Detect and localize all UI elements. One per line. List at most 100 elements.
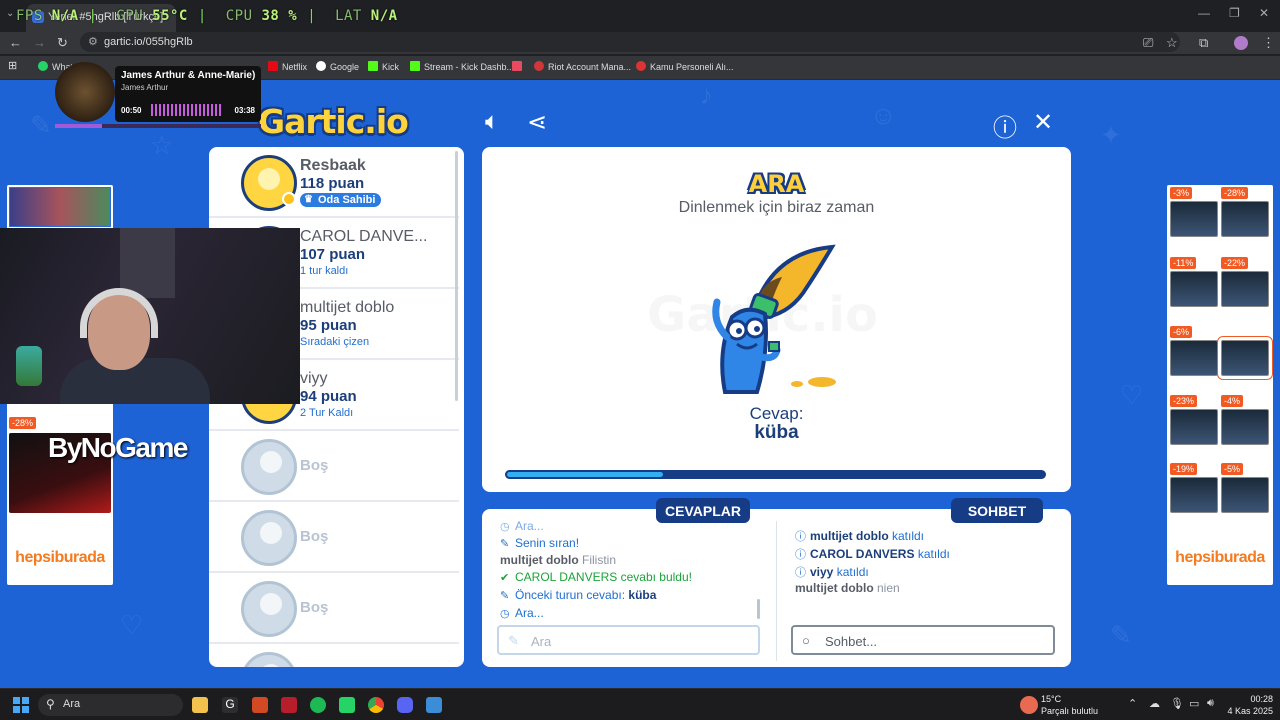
song-progress-bar — [55, 124, 261, 128]
file-explorer-icon[interactable] — [192, 697, 208, 713]
discord-icon[interactable] — [397, 697, 413, 713]
bookmark-kick[interactable]: Kick — [368, 61, 399, 72]
address-bar[interactable]: ⚙ gartic.io/055hgRlb — [80, 32, 1180, 52]
sound-icon[interactable]: 🔈︎ — [485, 108, 499, 136]
ad-banner-right[interactable]: -3% -28% -11% -22% -6% -23% -4% -19% -5%… — [1167, 185, 1273, 585]
discount-badge: -28% — [9, 417, 37, 429]
kamu-icon — [636, 61, 646, 71]
cpu-label: CPU — [225, 8, 253, 24]
apps-grid-icon[interactable]: ⊞ — [8, 59, 17, 72]
ad-laptop-thumbnail[interactable] — [1221, 271, 1269, 307]
empty-avatar-icon — [241, 439, 297, 495]
exit-icon[interactable]: ✕ — [1033, 108, 1053, 137]
bookmark-google[interactable]: Google — [316, 61, 359, 72]
tab-search-icon[interactable]: ⌄ — [6, 8, 14, 19]
onedrive-icon[interactable]: ☁ — [1149, 697, 1160, 710]
answers-scrollbar[interactable] — [757, 599, 760, 619]
kick-icon — [368, 61, 378, 71]
drawing-board: Gartic.io ARA Dinlenmek için biraz zaman… — [482, 147, 1071, 492]
doodle-heart-icon: ♡ — [1120, 380, 1144, 410]
player-status: 2 Tur Kaldı — [300, 407, 354, 419]
microphone-icon[interactable]: 🎙︎ — [1170, 697, 1184, 710]
player-name: multijet doblo — [300, 299, 395, 316]
site-info-icon[interactable]: ⚙ — [88, 35, 98, 48]
app-icon[interactable] — [281, 697, 297, 713]
clock-icon: ◷ — [500, 608, 510, 620]
forward-icon[interactable]: → — [33, 35, 46, 50]
ad-laptop-thumbnail[interactable] — [1221, 477, 1269, 513]
ad-laptop-thumbnail[interactable] — [1170, 340, 1218, 376]
extensions-icon[interactable]: ⧉ — [1199, 35, 1208, 51]
fps-label: FPS — [16, 8, 43, 24]
player-avatar — [241, 155, 297, 211]
profile-avatar[interactable] — [1234, 36, 1248, 50]
bookmark-star-icon[interactable]: ☆ — [1166, 35, 1178, 51]
empty-slot-label: Boş — [300, 528, 329, 545]
empty-slot-label: Boş — [300, 599, 329, 616]
answer-input[interactable]: ✎ Ara — [497, 625, 760, 655]
share-icon[interactable]: ⋖ — [527, 108, 547, 137]
bookmark-kick-dashboard[interactable]: Stream - Kick Dashb... — [410, 61, 514, 72]
minimize-icon[interactable]: — — [1198, 6, 1210, 20]
app-icon[interactable]: G — [222, 697, 238, 713]
chat-message: ⓘ multijet doblo katıldı — [795, 529, 925, 543]
info-icon[interactable]: ⓘ — [993, 108, 1017, 143]
cast-icon[interactable]: ⎚ — [1143, 35, 1153, 51]
volume-icon[interactable]: 🔊︎ — [1207, 697, 1214, 710]
temperature: 15°C — [1041, 694, 1062, 704]
empty-slot: Boş — [209, 573, 459, 644]
turn-progress-bar — [505, 470, 1046, 479]
crown-icon: ♛ — [304, 194, 313, 205]
audio-waveform — [151, 104, 223, 116]
browser-toolbar: ← → ↻ ⚙ gartic.io/055hgRlb ⎚ ☆ ⧉ ⋮ — [0, 32, 1280, 54]
ad-laptop-thumbnail[interactable] — [1170, 271, 1218, 307]
player-points: 107 puan — [300, 246, 366, 263]
bookmark-netflix[interactable]: Netflix — [268, 61, 307, 72]
sponsor-logo: ByNoGame — [48, 432, 188, 463]
check-icon: ✔ — [500, 572, 510, 584]
maximize-icon[interactable]: ❐ — [1229, 6, 1240, 20]
latency-value: N/A — [370, 8, 398, 24]
ad-laptop-thumbnail[interactable] — [1170, 201, 1218, 237]
spotify-icon[interactable] — [310, 697, 326, 713]
reload-icon[interactable]: ↻ — [57, 35, 68, 51]
ad-laptop-thumbnail[interactable] — [1221, 409, 1269, 445]
taskbar-search[interactable]: ⚲ Ara — [38, 694, 183, 716]
player-list-scrollbar[interactable] — [455, 151, 458, 401]
clock-icon: ◷ — [500, 521, 510, 533]
player-row[interactable]: Resbaak 118 puan ♛ Oda Sahibi — [209, 147, 459, 218]
search-icon: ⚲ — [46, 697, 55, 711]
chat-input[interactable]: ○ Sohbet... — [791, 625, 1055, 655]
fps-value: N/A — [51, 8, 79, 24]
app-icon[interactable] — [252, 697, 268, 713]
song-artist: James Arthur — [121, 83, 169, 92]
network-icon[interactable]: ▭ — [1189, 697, 1199, 710]
discount-badge: -11% — [1170, 257, 1197, 269]
riot-icon — [534, 61, 544, 71]
close-window-icon[interactable]: ✕ — [1259, 6, 1269, 20]
chrome-icon[interactable] — [368, 697, 384, 713]
tray-chevron-icon[interactable]: ⌃ — [1128, 697, 1137, 710]
bookmark-kamu[interactable]: Kamu Personeli Alı... — [636, 61, 734, 72]
ad-laptop-thumbnail[interactable] — [1170, 477, 1218, 513]
doodle-music-icon: ♪ — [700, 80, 713, 110]
answer-input-placeholder: Ara — [531, 634, 552, 649]
system-clock[interactable]: 00:28 4 Kas 2025 — [1225, 693, 1273, 717]
app-icon[interactable] — [426, 697, 442, 713]
bookmark-valorant[interactable] — [512, 61, 526, 72]
brush-mascot-illustration — [712, 244, 836, 394]
back-icon[interactable]: ← — [9, 35, 22, 50]
bookmark-riot[interactable]: Riot Account Mana... — [534, 61, 631, 72]
whatsapp-icon[interactable] — [339, 697, 355, 713]
chat-message: ⓘ viyy katıldı — [795, 565, 869, 579]
turn-subtitle: Dinlenmek için biraz zaman — [678, 199, 875, 216]
menu-dots-icon[interactable]: ⋮ — [1262, 35, 1275, 51]
discount-badge: -4% — [1221, 395, 1244, 407]
gartic-logo[interactable]: Gartic.io — [258, 102, 409, 141]
ad-laptop-thumbnail[interactable] — [1217, 336, 1273, 380]
ad-laptop-thumbnail[interactable] — [1221, 201, 1269, 237]
start-windows-icon[interactable] — [13, 697, 29, 713]
ad-laptop-thumbnail[interactable] — [1170, 409, 1218, 445]
pencil-icon: ✎ — [508, 633, 519, 648]
netflix-icon — [268, 61, 278, 71]
